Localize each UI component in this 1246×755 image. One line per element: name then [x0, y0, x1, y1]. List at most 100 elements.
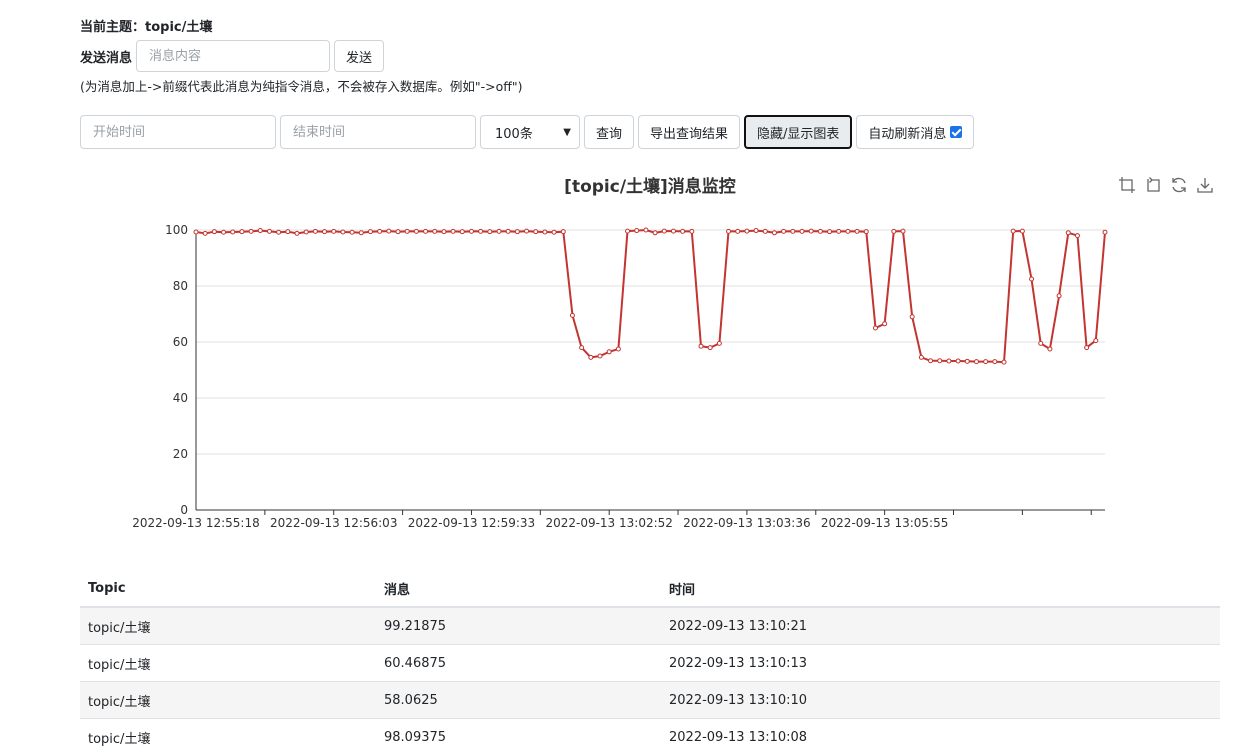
data-point [828, 230, 832, 234]
column-header-topic: Topic [80, 570, 376, 607]
data-point [635, 229, 639, 233]
data-point [855, 229, 859, 233]
table-row: topic/土壤 99.21875 2022-09-13 13:10:21 [80, 607, 1220, 645]
data-point [809, 229, 813, 233]
cell-topic: topic/土壤 [80, 607, 376, 645]
y-tick-label: 20 [173, 447, 188, 461]
data-point [424, 229, 428, 233]
data-point [910, 315, 914, 319]
data-point [653, 231, 657, 235]
data-point [249, 229, 253, 233]
data-point [212, 230, 216, 234]
data-point [763, 229, 767, 233]
data-point [1057, 294, 1061, 298]
data-point [433, 229, 437, 233]
data-point [892, 229, 896, 233]
data-point [304, 230, 308, 234]
y-tick-label: 0 [180, 503, 188, 517]
table-row: topic/土壤 60.46875 2022-09-13 13:10:13 [80, 645, 1220, 682]
data-point [552, 230, 556, 234]
data-point [846, 229, 850, 233]
data-point [414, 229, 418, 233]
data-point [231, 230, 235, 234]
data-point [525, 229, 529, 233]
data-point [543, 230, 547, 234]
data-point [616, 347, 620, 351]
data-point [754, 229, 758, 233]
data-point [1039, 341, 1043, 345]
data-point [570, 313, 574, 317]
data-point [194, 230, 198, 234]
data-point [965, 359, 969, 363]
x-tick-label: 2022-09-13 12:56:03 [270, 516, 397, 530]
data-point [956, 359, 960, 363]
data-point [497, 229, 501, 233]
data-point [929, 359, 933, 363]
cell-message: 99.21875 [376, 607, 661, 645]
data-point [258, 229, 262, 233]
data-point [873, 326, 877, 330]
x-tick-label: 2022-09-13 12:59:33 [408, 516, 535, 530]
data-point [580, 346, 584, 350]
data-point [626, 229, 630, 233]
y-tick-label: 80 [173, 279, 188, 293]
data-point [1103, 230, 1107, 234]
data-point [662, 229, 666, 233]
data-point [506, 229, 510, 233]
table-row: topic/土壤 98.09375 2022-09-13 13:10:08 [80, 719, 1220, 755]
cell-time: 2022-09-13 13:10:08 [661, 719, 1220, 755]
data-point [919, 355, 923, 359]
cell-message: 98.09375 [376, 719, 661, 755]
data-point [332, 229, 336, 233]
data-point [203, 231, 207, 235]
data-point [488, 230, 492, 234]
data-point [1030, 277, 1034, 281]
data-point [368, 230, 372, 234]
data-point [974, 360, 978, 364]
x-tick-label: 2022-09-13 13:02:52 [545, 516, 672, 530]
cell-time: 2022-09-13 13:10:21 [661, 607, 1220, 645]
data-point [1048, 347, 1052, 351]
data-point [469, 229, 473, 233]
cell-message: 58.0625 [376, 682, 661, 719]
data-point [800, 229, 804, 233]
data-point [240, 230, 244, 234]
cell-topic: topic/土壤 [80, 719, 376, 755]
data-point [451, 229, 455, 233]
data-point [323, 230, 327, 234]
data-point [313, 229, 317, 233]
cell-topic: topic/土壤 [80, 682, 376, 719]
column-header-time: 时间 [661, 570, 1220, 607]
data-point [864, 230, 868, 234]
data-point [883, 322, 887, 326]
data-point [1085, 346, 1089, 350]
data-point [277, 230, 281, 234]
data-point [1075, 234, 1079, 238]
data-point [984, 360, 988, 364]
data-point [479, 229, 483, 233]
data-point [267, 229, 271, 233]
data-point [681, 229, 685, 233]
data-point [690, 229, 694, 233]
data-point [359, 231, 363, 235]
data-point [782, 229, 786, 233]
cell-topic: topic/土壤 [80, 645, 376, 682]
data-point [286, 230, 290, 234]
y-tick-label: 40 [173, 391, 188, 405]
data-point [295, 231, 299, 235]
data-point [387, 229, 391, 233]
data-point [901, 229, 905, 233]
data-point [947, 359, 951, 363]
data-point [222, 230, 226, 234]
data-point [515, 230, 519, 234]
data-point [589, 355, 593, 359]
data-point [708, 346, 712, 350]
cell-message: 60.46875 [376, 645, 661, 682]
data-point [671, 229, 675, 233]
column-header-message: 消息 [376, 570, 661, 607]
data-point [350, 230, 354, 234]
data-point [938, 359, 942, 363]
data-point [837, 229, 841, 233]
data-point [1020, 229, 1024, 233]
data-point [699, 344, 703, 348]
